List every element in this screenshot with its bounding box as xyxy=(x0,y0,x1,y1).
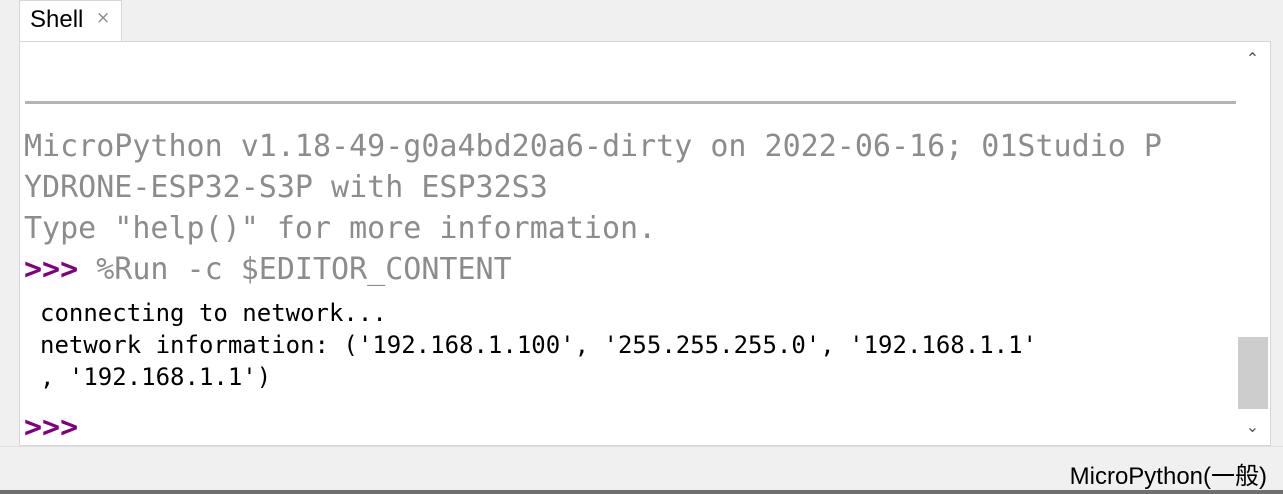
tab-shell[interactable]: Shell × xyxy=(19,0,122,41)
close-icon[interactable]: × xyxy=(96,8,110,28)
vertical-scrollbar[interactable]: ⌃ ⌄ xyxy=(1236,42,1269,444)
shell-banner: MicroPython v1.18-49-g0a4bd20a6-dirty on… xyxy=(24,126,1236,290)
tab-shell-label: Shell xyxy=(30,6,84,33)
output-line-3: , '192.168.1.1') xyxy=(40,363,272,391)
chevron-down-icon[interactable]: ⌄ xyxy=(1236,412,1269,442)
status-bar: MicroPython(一般) xyxy=(0,446,1283,494)
output-line-1: connecting to network... xyxy=(40,299,387,327)
scrollbar-thumb[interactable] xyxy=(1238,337,1268,409)
shell-prompt: >>> xyxy=(24,252,79,287)
final-prompt: >>> xyxy=(24,410,79,445)
program-output: connecting to network... network informa… xyxy=(40,297,1240,393)
shell-input-line[interactable]: >>> xyxy=(24,407,79,445)
interpreter-selector[interactable]: MicroPython(一般) xyxy=(1070,456,1267,491)
chevron-up-icon[interactable]: ⌃ xyxy=(1236,44,1269,74)
tab-bar: Shell × xyxy=(0,0,1283,41)
shell-panel[interactable]: MicroPython v1.18-49-g0a4bd20a6-dirty on… xyxy=(19,41,1271,446)
window-bottom-edge xyxy=(0,490,1283,494)
banner-line-3: Type "help()" for more information. xyxy=(24,211,657,246)
shell-separator xyxy=(25,101,1237,104)
banner-line-1: MicroPython v1.18-49-g0a4bd20a6-dirty on… xyxy=(24,129,1162,164)
output-line-2: network information: ('192.168.1.100', '… xyxy=(40,331,1037,359)
run-command: %Run -c $EDITOR_CONTENT xyxy=(78,252,512,287)
banner-line-2: YDRONE-ESP32-S3P with ESP32S3 xyxy=(24,170,548,205)
